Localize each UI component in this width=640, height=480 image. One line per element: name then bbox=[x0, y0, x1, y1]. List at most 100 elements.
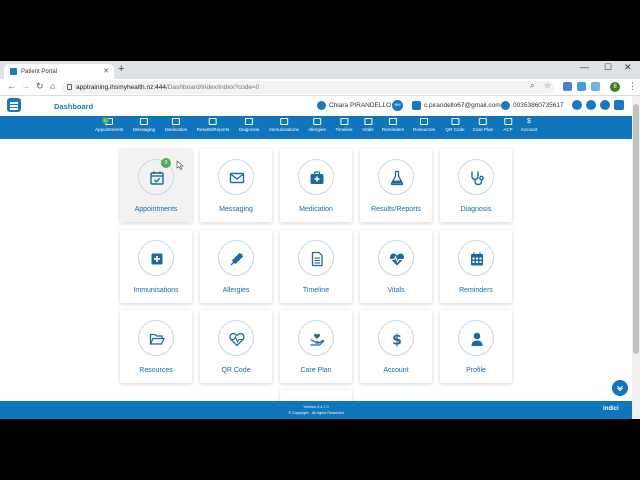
phone-icon bbox=[501, 101, 510, 110]
email-icon bbox=[412, 101, 421, 110]
plus-square-icon bbox=[280, 118, 288, 125]
tile-reminders[interactable]: Reminders bbox=[440, 230, 512, 303]
nav-vitals[interactable]: Vitals bbox=[362, 118, 374, 132]
tile-icon-circle: $ bbox=[378, 320, 414, 356]
nav-qr-code[interactable]: QR Code bbox=[445, 118, 465, 132]
nav-account[interactable]: $ Account bbox=[521, 118, 538, 132]
extension-icon[interactable] bbox=[591, 82, 600, 91]
nav-reminders[interactable]: Reminders bbox=[382, 118, 404, 132]
tile-medication[interactable]: Medication bbox=[280, 149, 352, 222]
nav-appointments[interactable]: 0 Appointments bbox=[94, 117, 124, 132]
nav-allergies[interactable]: Allergies bbox=[308, 118, 326, 132]
tile-qr-code[interactable]: QR Code bbox=[200, 310, 272, 383]
nav-results-reports[interactable]: Results/Reports bbox=[197, 118, 229, 132]
bookmark-star-icon[interactable]: ☆ bbox=[544, 81, 551, 90]
hand-heart-icon bbox=[310, 333, 325, 346]
tile-label: Diagnosis bbox=[460, 206, 492, 213]
heartbeat-icon bbox=[364, 118, 372, 125]
nhi-badge: NHI bbox=[392, 100, 403, 111]
tile-account[interactable]: $ Account bbox=[360, 310, 432, 383]
tile-label: Account bbox=[383, 367, 409, 374]
tile-profile[interactable]: Profile bbox=[440, 310, 512, 383]
minimize-icon[interactable]: — bbox=[580, 62, 589, 72]
url-path: /Dashboard/index/index?code=0 bbox=[165, 84, 260, 91]
tab-title: Patient Portal bbox=[21, 68, 58, 75]
tile-partial[interactable] bbox=[280, 390, 352, 401]
stethoscope-icon bbox=[471, 171, 484, 186]
scroll-to-top-button[interactable] bbox=[612, 380, 628, 396]
tile-immunisations[interactable]: Immunisations bbox=[120, 230, 192, 303]
calendar-grid-icon bbox=[471, 252, 483, 266]
bottom-letterbox bbox=[0, 419, 640, 480]
acp-icon bbox=[503, 118, 512, 125]
hamburger-menu-icon[interactable] bbox=[7, 98, 21, 112]
reload-icon[interactable]: ↻ bbox=[36, 81, 44, 92]
tile-care-plan[interactable]: Care Plan bbox=[280, 310, 352, 383]
tile-resources[interactable]: Resources bbox=[120, 310, 192, 383]
profile-icon[interactable] bbox=[586, 100, 596, 110]
document-icon bbox=[339, 118, 348, 125]
nav-medication[interactable]: Medication bbox=[165, 118, 187, 132]
wheat-icon bbox=[230, 253, 243, 266]
zoom-icon[interactable]: ⌕ bbox=[530, 81, 534, 91]
footer-copyright: © Copyright - All rights Reserved bbox=[288, 411, 344, 415]
nav-immunisations[interactable]: Immunisations bbox=[269, 118, 299, 132]
browser-menu-icon[interactable]: ⋮ bbox=[628, 81, 637, 92]
profile-avatar[interactable]: 8 bbox=[610, 82, 620, 92]
new-tab-icon[interactable]: + bbox=[118, 63, 124, 75]
browser-titlebar: Patient Portal ✕ + — ☐ ✕ bbox=[0, 61, 640, 79]
nav-timeline[interactable]: Timeline bbox=[335, 118, 353, 132]
tile-diagnosis[interactable]: Diagnosis bbox=[440, 149, 512, 222]
logout-icon[interactable] bbox=[614, 100, 624, 110]
url-host: apptraining.ihsmyhealth.nz:444 bbox=[76, 84, 166, 91]
main-nav-bar: 0 Appointments Messaging Medication Resu… bbox=[0, 116, 632, 139]
help-icon[interactable] bbox=[572, 100, 582, 110]
forward-icon[interactable]: → bbox=[21, 81, 30, 91]
envelope-icon bbox=[229, 172, 245, 184]
dollar-icon: $ bbox=[392, 333, 402, 348]
nav-label: Reminders bbox=[381, 127, 405, 132]
nav-label: Appointments bbox=[94, 127, 124, 132]
footer-brand-logo: indici bbox=[603, 406, 619, 412]
user-info[interactable]: Chiara PIRANDELLO bbox=[317, 101, 391, 110]
tile-results-reports[interactable]: Results/Reports bbox=[360, 149, 432, 222]
extension-icon[interactable] bbox=[577, 82, 586, 91]
tile-label: Resources bbox=[139, 367, 173, 374]
tile-vitals[interactable]: Vitals bbox=[360, 230, 432, 303]
page-scrollbar[interactable] bbox=[632, 96, 640, 419]
appointments-badge: 0 bbox=[161, 158, 171, 168]
tile-icon-circle bbox=[138, 320, 174, 356]
home-icon[interactable]: ⌂ bbox=[50, 81, 55, 91]
nav-resources[interactable]: Resources bbox=[413, 118, 435, 132]
medkit-icon bbox=[172, 118, 180, 125]
browser-addressbar: ← → ↻ ⌂ apptraining.ihsmyhealth.nz:444/D… bbox=[0, 79, 640, 96]
translate-extension-icon[interactable] bbox=[563, 82, 572, 91]
nav-acp[interactable]: ACP bbox=[503, 118, 513, 132]
user-icon bbox=[471, 332, 483, 346]
close-window-icon[interactable]: ✕ bbox=[624, 62, 632, 73]
tile-timeline[interactable]: Timeline bbox=[280, 230, 352, 303]
document-icon bbox=[311, 251, 323, 267]
maximize-icon[interactable]: ☐ bbox=[604, 62, 612, 73]
mouse-cursor-icon bbox=[176, 160, 184, 170]
scrollbar-thumb[interactable] bbox=[633, 104, 639, 354]
app-header: Dashboard Chiara PIRANDELLO NHI c.pirand… bbox=[0, 96, 632, 116]
nav-care-plan[interactable]: Care Plan bbox=[473, 118, 493, 132]
tile-messaging[interactable]: Messaging bbox=[200, 149, 272, 222]
close-tab-icon[interactable]: ✕ bbox=[103, 67, 109, 75]
tile-allergies[interactable]: Allergies bbox=[200, 230, 272, 303]
settings-gear-icon[interactable] bbox=[600, 100, 610, 110]
nav-label: Timeline bbox=[335, 127, 353, 132]
tile-label: Allergies bbox=[222, 287, 250, 294]
back-icon[interactable]: ← bbox=[7, 81, 16, 91]
tab-favicon-icon bbox=[10, 68, 17, 75]
user-name: Chiara PIRANDELLO bbox=[329, 102, 392, 109]
url-bar[interactable]: apptraining.ihsmyhealth.nz:444/Dashboard… bbox=[62, 81, 554, 94]
tile-icon-circle bbox=[218, 159, 254, 195]
tile-label: QR Code bbox=[221, 367, 251, 374]
nav-messaging[interactable]: Messaging bbox=[133, 118, 155, 132]
browser-tab[interactable]: Patient Portal ✕ bbox=[4, 64, 114, 79]
nav-label: Immunisations bbox=[269, 127, 299, 132]
flask-icon bbox=[390, 170, 404, 186]
nav-diagnosis[interactable]: Diagnosis bbox=[239, 118, 259, 132]
